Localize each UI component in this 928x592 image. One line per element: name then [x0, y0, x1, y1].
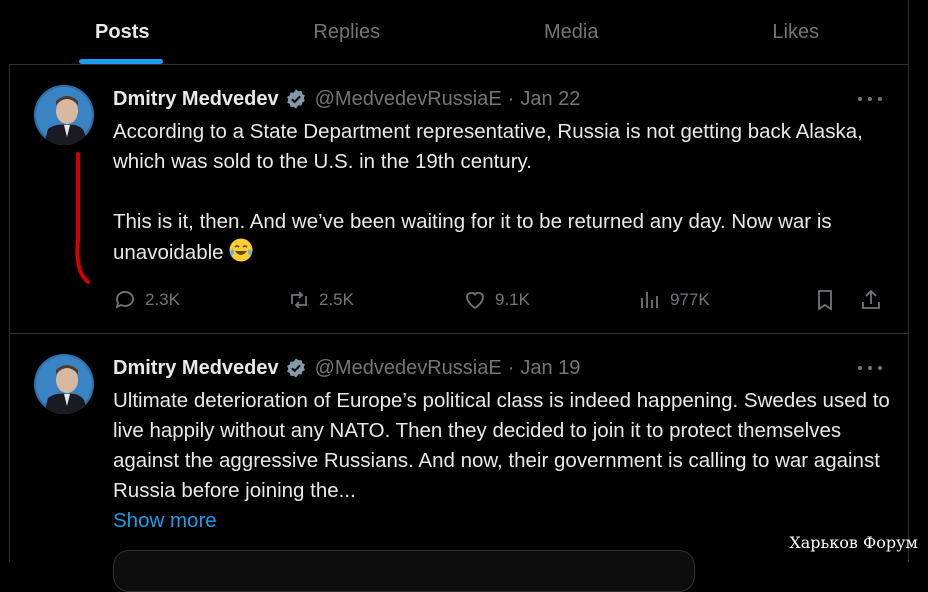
- tab-media-label: Media: [544, 20, 599, 43]
- tweet-text: According to a State Department represen…: [113, 117, 893, 272]
- views-button[interactable]: 977K: [638, 286, 710, 314]
- reply-count: 2.3K: [145, 290, 180, 309]
- verified-badge-icon: [285, 88, 307, 110]
- share-icon: [862, 289, 880, 309]
- tweet[interactable]: Dmitry Medvedev @MedvedevRussiaE · Jan 1…: [10, 334, 908, 592]
- tweet-date[interactable]: Jan 19: [520, 357, 580, 380]
- profile-tabs: Posts Replies Media Likes: [10, 0, 908, 65]
- author-handle[interactable]: @MedvedevRussiaE: [315, 357, 502, 380]
- tweet-actions: 2.3K 2.5K 9.1K 977K: [113, 286, 888, 314]
- bookmark-button[interactable]: [813, 286, 845, 314]
- avatar-image: [34, 85, 94, 145]
- separator-dot: ·: [507, 87, 515, 110]
- feed-border-right: [908, 0, 909, 562]
- tweet-text: Ultimate deterioration of Europe’s polit…: [113, 386, 893, 536]
- tweet-date[interactable]: Jan 22: [520, 88, 580, 111]
- avatar[interactable]: [34, 354, 94, 414]
- face-with-tears-of-joy-emoji: [228, 237, 254, 272]
- tweet-text-paragraph-1: According to a State Department represen…: [113, 120, 863, 173]
- tweet-text-paragraph-1: Ultimate deterioration of Europe’s polit…: [113, 389, 890, 502]
- more-options-icon[interactable]: [858, 358, 882, 378]
- share-button[interactable]: [859, 286, 891, 314]
- repost-button[interactable]: 2.5K: [287, 286, 354, 314]
- media-preview[interactable]: [113, 550, 695, 592]
- tab-posts-label: Posts: [95, 20, 150, 43]
- active-tab-indicator: [79, 59, 163, 64]
- reply-icon: [115, 291, 134, 309]
- avatar[interactable]: [34, 85, 94, 145]
- author-name[interactable]: Dmitry Medvedev: [113, 88, 279, 111]
- tab-likes-label: Likes: [772, 20, 820, 43]
- tab-posts[interactable]: Posts: [10, 0, 235, 64]
- repost-count: 2.5K: [319, 290, 354, 309]
- tweet-text-paragraph-2: This is it, then. And we’ve been waiting…: [113, 207, 893, 272]
- reply-button[interactable]: 2.3K: [113, 286, 180, 314]
- tweet[interactable]: Dmitry Medvedev @MedvedevRussiaE · Jan 2…: [10, 65, 908, 334]
- separator-dot: ·: [507, 356, 515, 379]
- red-annotation-line: [75, 152, 90, 284]
- tab-likes[interactable]: Likes: [684, 0, 909, 64]
- like-button[interactable]: 9.1K: [463, 286, 530, 314]
- tab-replies-label: Replies: [313, 20, 381, 43]
- views-count: 977K: [670, 290, 710, 309]
- tab-media[interactable]: Media: [459, 0, 684, 64]
- tweet-header: Dmitry Medvedev @MedvedevRussiaE · Jan 2…: [113, 85, 580, 113]
- heart-icon: [466, 291, 484, 310]
- repost-icon: [291, 291, 307, 309]
- author-name[interactable]: Dmitry Medvedev: [113, 357, 279, 380]
- verified-badge-icon: [285, 357, 307, 379]
- avatar-image: [34, 354, 94, 414]
- like-count: 9.1K: [495, 290, 530, 309]
- show-more-link[interactable]: Show more: [113, 509, 217, 532]
- author-handle[interactable]: @MedvedevRussiaE: [315, 88, 502, 111]
- bookmark-icon: [818, 290, 832, 311]
- more-options-icon[interactable]: [858, 89, 882, 109]
- tab-replies[interactable]: Replies: [235, 0, 460, 64]
- tweet-header: Dmitry Medvedev @MedvedevRussiaE · Jan 1…: [113, 354, 580, 382]
- analytics-icon: [641, 292, 658, 308]
- watermark: Харьков Форум: [789, 533, 918, 552]
- tweet-text-paragraph-2-content: This is it, then. And we’ve been waiting…: [113, 210, 832, 264]
